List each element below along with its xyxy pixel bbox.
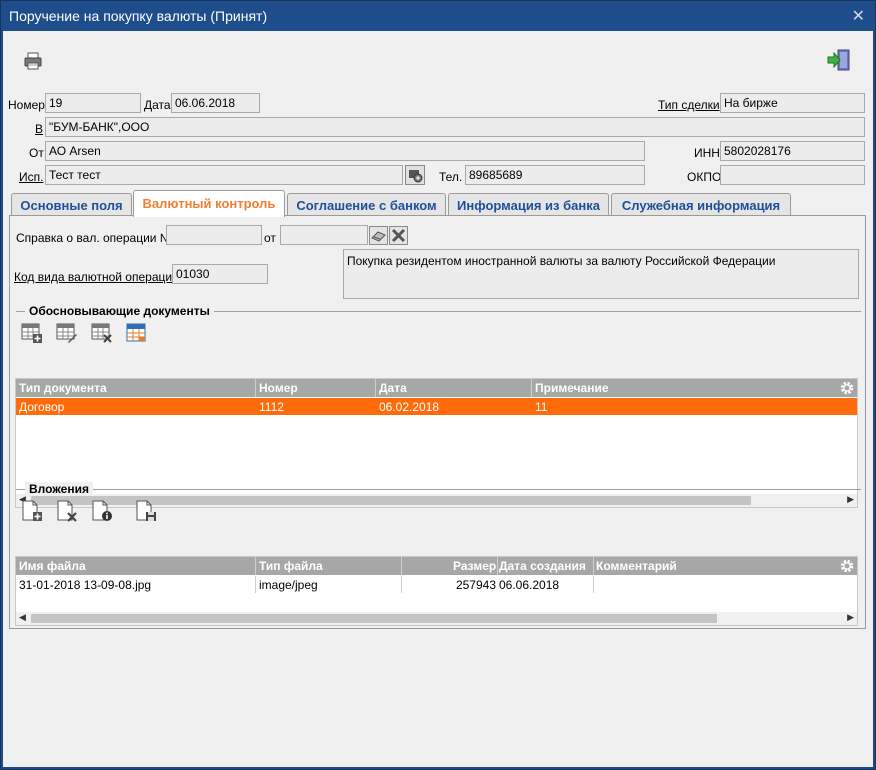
dialog-body: Номер 19 Дата 06.06.2018 Тип сделки На б… — [3, 31, 873, 767]
column-separator — [255, 576, 256, 593]
delete-attachment-icon[interactable] — [56, 500, 78, 522]
gear-icon[interactable] — [839, 380, 855, 396]
op-code-field[interactable]: 01030 — [172, 264, 268, 284]
certificate-label: Справка о вал. операции № — [16, 231, 173, 245]
attachments-section-title: Вложения — [25, 482, 93, 496]
deal-type-label[interactable]: Тип сделки — [658, 98, 720, 112]
scroll-right-icon[interactable]: ▶ — [847, 494, 854, 505]
close-icon[interactable]: ✕ — [852, 6, 865, 26]
executor-field[interactable]: Тест тест — [45, 165, 403, 185]
documents-grid-header: Тип документа Номер Дата Примечание — [16, 379, 857, 397]
executor-lookup-icon[interactable] — [405, 165, 425, 185]
window-title: Поручение на покупку валюты (Принят) — [9, 8, 268, 24]
title-bar[interactable]: Поручение на покупку валюты (Принят) ✕ — [1, 1, 875, 31]
cell-created-date: 06.06.2018 — [499, 578, 560, 592]
tab-currency-control[interactable]: Валютный контроль — [133, 190, 285, 217]
attachments-grid-header: Имя файла Тип файла Размер Дата создания… — [16, 557, 857, 575]
certificate-clear-icon[interactable] — [389, 226, 408, 245]
attachments-hscrollbar[interactable]: ◀ ▶ — [16, 612, 857, 625]
tab-bank-agreement[interactable]: Соглашение с банком — [287, 193, 446, 216]
column-doc-note[interactable]: Примечание — [535, 381, 609, 395]
date-label: Дата — [144, 98, 171, 112]
save-attachment-icon[interactable] — [135, 500, 157, 522]
column-separator — [375, 379, 376, 397]
gear-icon[interactable] — [839, 558, 855, 574]
documents-section-title: Обосновывающие документы — [25, 304, 214, 318]
add-document-icon[interactable] — [21, 322, 43, 344]
dialog-window: Поручение на покупку валюты (Принят) ✕ Н… — [0, 0, 876, 770]
cell-file-size: 257943 — [455, 578, 496, 592]
calendar-document-icon[interactable] — [126, 322, 148, 344]
certificate-select-icon[interactable] — [369, 226, 388, 245]
cell-doc-date: 06.02.2018 — [379, 400, 440, 414]
scroll-right-icon[interactable]: ▶ — [847, 612, 854, 623]
column-file-size[interactable]: Размер — [453, 559, 496, 573]
date-field[interactable]: 06.06.2018 — [171, 93, 260, 113]
column-comment[interactable]: Комментарий — [596, 559, 677, 573]
scroll-left-icon[interactable]: ◀ — [19, 612, 26, 623]
tab-bank-info[interactable]: Информация из банка — [448, 193, 609, 216]
delete-document-icon[interactable] — [91, 322, 113, 344]
column-separator — [401, 576, 402, 593]
certificate-from-label: от — [264, 231, 276, 245]
op-description-field[interactable]: Покупка резидентом иностранной валюты за… — [343, 249, 859, 299]
column-separator — [593, 576, 594, 593]
okpo-field[interactable] — [720, 165, 865, 185]
column-doc-date[interactable]: Дата — [379, 381, 407, 395]
column-created-date[interactable]: Дата создания — [499, 559, 586, 573]
bank-field[interactable]: "БУМ-БАНК",ООО — [45, 117, 865, 137]
attachment-info-icon[interactable] — [91, 500, 113, 522]
printer-icon[interactable] — [23, 51, 43, 71]
column-separator — [255, 557, 256, 575]
executor-label[interactable]: Исп. — [19, 170, 43, 184]
scroll-thumb[interactable] — [31, 614, 717, 623]
table-row[interactable]: Договор 1112 06.02.2018 11 — [16, 398, 857, 415]
phone-field[interactable]: 89685689 — [465, 165, 645, 185]
attachments-divider — [16, 489, 861, 490]
op-code-label[interactable]: Код вида валютной операции — [14, 270, 179, 284]
from-label: От — [29, 146, 44, 160]
column-separator — [497, 557, 498, 575]
cell-file-type: image/jpeg — [259, 578, 318, 592]
column-separator — [255, 379, 256, 397]
column-file-name[interactable]: Имя файла — [19, 559, 86, 573]
column-doc-type[interactable]: Тип документа — [19, 381, 107, 395]
deal-type-field[interactable]: На бирже — [720, 93, 865, 113]
tab-service-info[interactable]: Служебная информация — [611, 193, 791, 216]
okpo-label: ОКПО — [687, 170, 722, 184]
add-attachment-icon[interactable] — [21, 500, 43, 522]
currency-control-panel: Справка о вал. операции № от Код вида ва… — [9, 215, 866, 629]
cell-doc-note: 11 — [535, 400, 548, 414]
column-doc-number[interactable]: Номер — [259, 381, 298, 395]
attachments-grid: Имя файла Тип файла Размер Дата создания… — [15, 556, 858, 626]
number-label: Номер — [8, 98, 45, 112]
table-row[interactable]: 31-01-2018 13-09-08.jpg image/jpeg 25794… — [16, 576, 857, 593]
bank-label[interactable]: В — [35, 122, 43, 136]
from-field[interactable]: АО Arsen — [45, 141, 645, 161]
number-field[interactable]: 19 — [45, 93, 141, 113]
certificate-date-field[interactable] — [280, 225, 368, 245]
phone-label: Тел. — [439, 170, 463, 184]
column-separator — [593, 557, 594, 575]
column-separator — [401, 557, 402, 575]
column-file-type[interactable]: Тип файла — [259, 559, 323, 573]
exit-door-icon[interactable] — [827, 48, 851, 72]
cell-doc-type: Договор — [19, 400, 65, 414]
tab-main-fields[interactable]: Основные поля — [11, 193, 132, 216]
inn-field[interactable]: 5802028176 — [720, 141, 865, 161]
cell-doc-number: 1112 — [259, 400, 284, 414]
column-separator — [531, 379, 532, 397]
inn-label: ИНН — [694, 146, 720, 160]
cell-file-name: 31-01-2018 13-09-08.jpg — [19, 578, 152, 592]
edit-document-icon[interactable] — [56, 322, 78, 344]
certificate-number-field[interactable] — [166, 225, 262, 245]
